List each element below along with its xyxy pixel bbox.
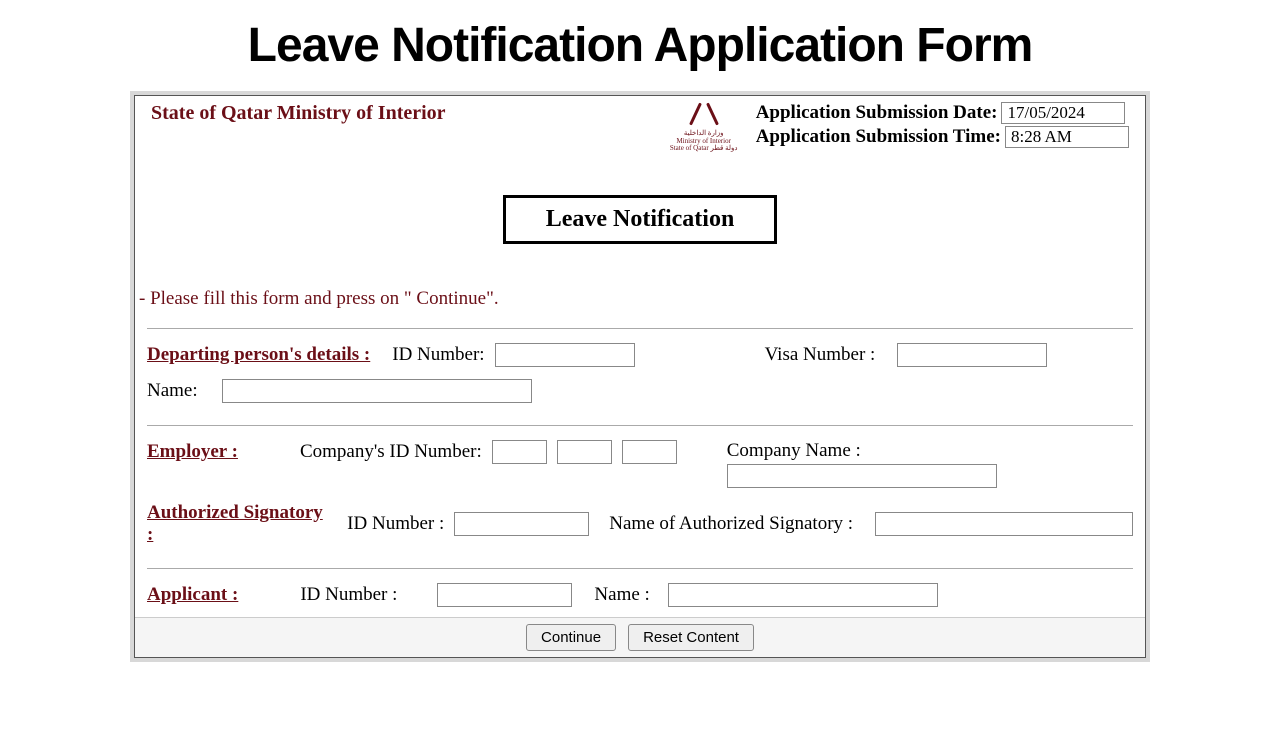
signatory-id-input[interactable] (454, 512, 589, 536)
signatory-section-label: Authorized Signatory : (147, 502, 325, 546)
logo-text-footer: State of Qatar دولة قطر (664, 145, 744, 153)
crossed-swords-icon (684, 102, 724, 128)
signatory-id-label: ID Number : (347, 513, 444, 535)
continue-button[interactable]: Continue (526, 624, 616, 651)
applicant-section-label: Applicant : (147, 584, 238, 606)
signatory-name-input[interactable] (875, 512, 1133, 536)
separator (147, 425, 1133, 426)
company-id-input-1[interactable] (492, 440, 547, 464)
applicant-section: Applicant : ID Number : Name : (135, 575, 1145, 617)
reset-button[interactable]: Reset Content (628, 624, 754, 651)
applicant-name-label: Name : (594, 584, 649, 606)
form-instruction: - Please fill this form and press on " C… (135, 288, 1145, 310)
applicant-id-label: ID Number : (300, 584, 397, 606)
company-id-input-3[interactable] (622, 440, 677, 464)
company-id-input-2[interactable] (557, 440, 612, 464)
departing-id-input[interactable] (495, 343, 635, 367)
departing-visa-input[interactable] (897, 343, 1047, 367)
applicant-id-input[interactable] (437, 583, 572, 607)
departing-id-label: ID Number: (392, 344, 484, 366)
departing-section-label: Departing person's details : (147, 344, 370, 366)
departing-visa-label: Visa Number : (765, 344, 876, 366)
departing-section: Departing person's details : ID Number: … (135, 335, 1145, 419)
submission-time-value: 8:28 AM (1005, 126, 1129, 148)
form-header: State of Qatar Ministry of Interior وزار… (135, 96, 1145, 153)
form-title: Leave Notification (503, 195, 778, 244)
separator (147, 568, 1133, 569)
page-title: Leave Notification Application Form (0, 18, 1280, 73)
applicant-name-input[interactable] (668, 583, 938, 607)
submission-time-label: Application Submission Time: (756, 126, 1001, 148)
ministry-name: State of Qatar Ministry of Interior (151, 102, 664, 125)
form-inner-frame: State of Qatar Ministry of Interior وزار… (134, 95, 1146, 658)
form-outer-frame: State of Qatar Ministry of Interior وزار… (130, 91, 1150, 662)
signatory-name-label: Name of Authorized Signatory : (609, 513, 853, 535)
company-name-input[interactable] (727, 464, 997, 488)
separator (147, 328, 1133, 329)
submission-info: Application Submission Date: 17/05/2024 … (744, 102, 1129, 150)
employer-section-label: Employer : (147, 441, 238, 463)
ministry-logo-icon: وزارة الداخلية Ministry of Interior Stat… (664, 102, 744, 153)
departing-name-label: Name: (147, 380, 198, 402)
employer-section: Employer : Company's ID Number: Company … (135, 432, 1145, 562)
action-bar: Continue Reset Content (135, 617, 1145, 657)
submission-date-value: 17/05/2024 (1001, 102, 1125, 124)
departing-name-input[interactable] (222, 379, 532, 403)
submission-date-label: Application Submission Date: (756, 102, 998, 124)
company-id-label: Company's ID Number: (300, 441, 482, 463)
company-name-label: Company Name : (727, 440, 987, 462)
